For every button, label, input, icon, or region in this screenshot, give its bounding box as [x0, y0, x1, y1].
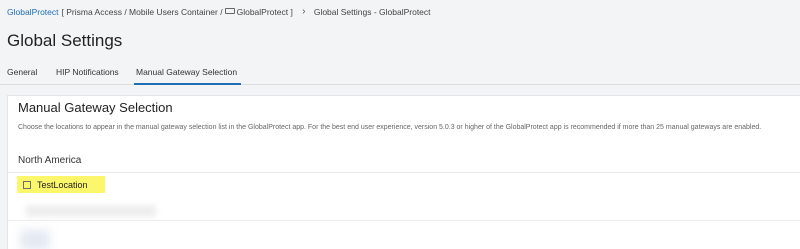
section-title: Manual Gateway Selection	[18, 100, 173, 115]
folder-icon	[224, 8, 235, 14]
breadcrumb-root-link[interactable]: GlobalProtect	[7, 5, 59, 19]
tab-hip-notifications[interactable]: HIP Notifications	[56, 66, 119, 85]
location-label: TestLocation	[37, 179, 88, 190]
breadcrumb-path: [ Prisma Access / Mobile Users Container…	[61, 7, 223, 17]
section-description: Choose the locations to appear in the ma…	[18, 124, 762, 131]
tab-manual-gateway-selection[interactable]: Manual Gateway Selection	[133, 66, 242, 85]
divider	[8, 172, 800, 173]
manual-gateway-card: Manual Gateway Selection Choose the loca…	[7, 95, 800, 249]
location-checkbox-row[interactable]: TestLocation	[17, 176, 105, 193]
redacted-content	[26, 205, 156, 217]
chevron-right-icon: ›	[302, 6, 306, 17]
breadcrumb-current: Global Settings - GlobalProtect	[313, 7, 431, 17]
checkbox[interactable]	[23, 180, 31, 189]
breadcrumb-path-end: GlobalProtect ]	[236, 7, 293, 17]
breadcrumb: GlobalProtect [ Prisma Access / Mobile U…	[7, 5, 431, 19]
redacted-content	[20, 230, 50, 249]
divider	[8, 220, 800, 221]
tab-general[interactable]: General	[7, 66, 37, 85]
region-heading: North America	[18, 155, 82, 166]
page-title: Global Settings	[7, 31, 123, 50]
tab-bar: General HIP Notifications Manual Gateway…	[0, 66, 800, 85]
